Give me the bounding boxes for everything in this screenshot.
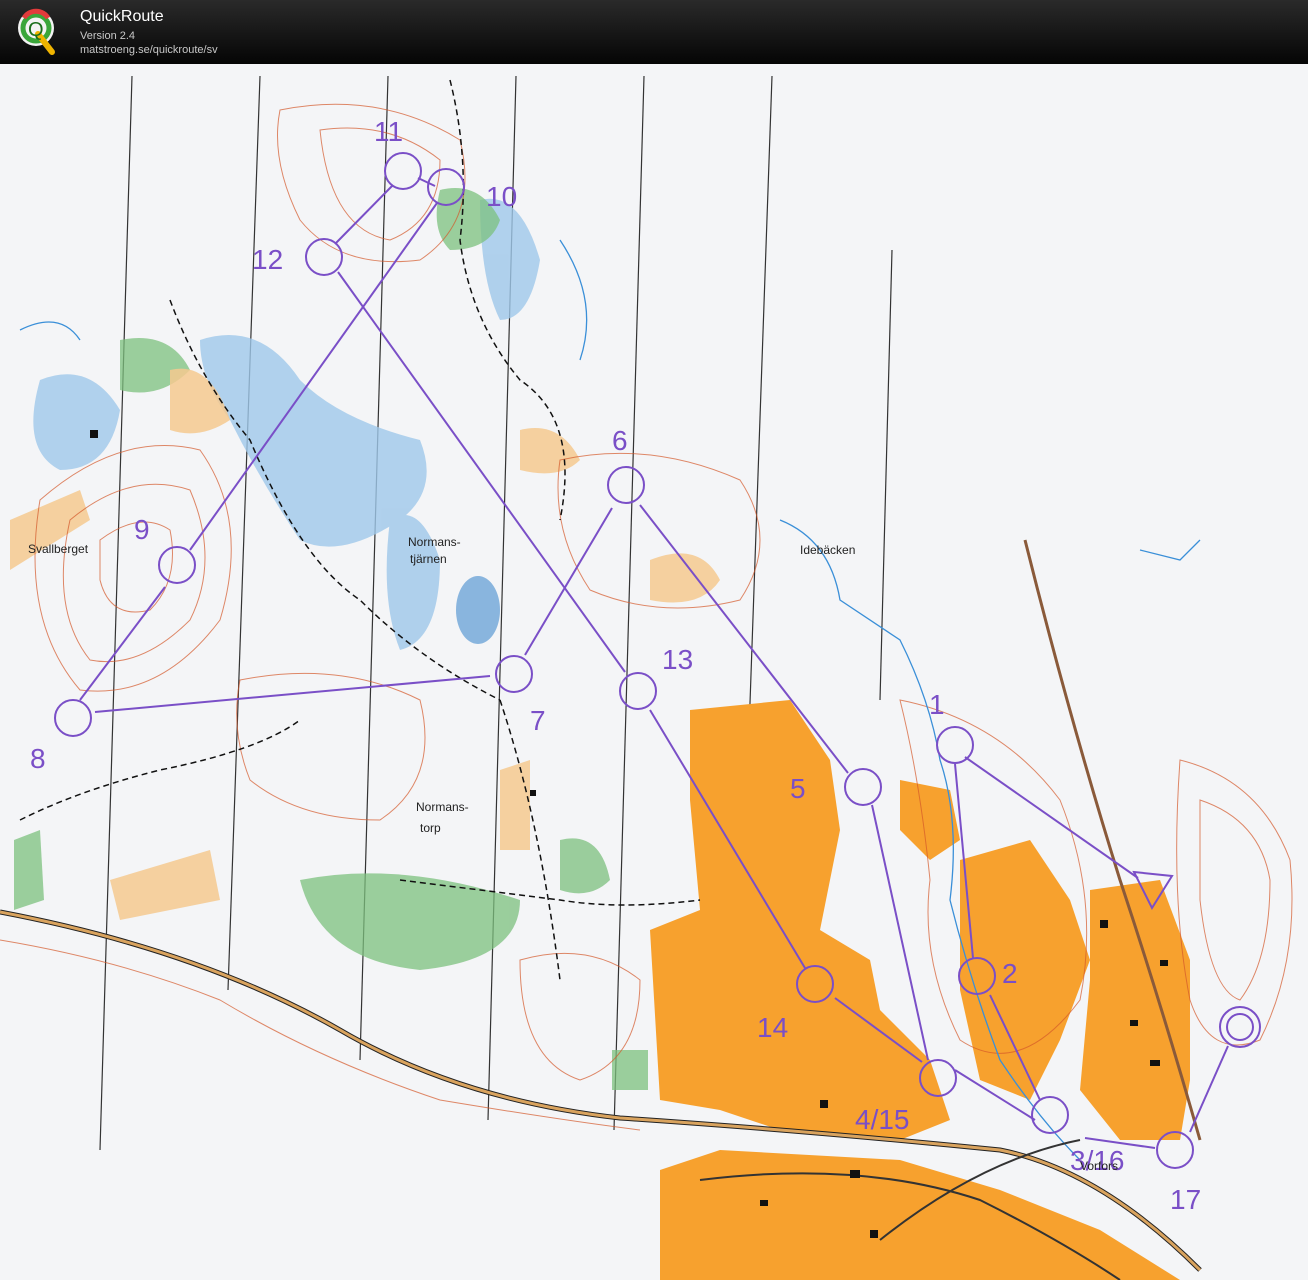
control-8-label: 8 <box>30 743 46 774</box>
control-6-label: 6 <box>612 425 628 456</box>
orienteering-map[interactable]: 1 2 3/16 4/15 5 6 7 8 9 10 11 12 13 14 1… <box>0 64 1308 1280</box>
place-idebacken: Idebäcken <box>800 543 855 557</box>
app-url: matstroeng.se/quickroute/sv <box>80 44 218 56</box>
app-title: QuickRoute <box>80 8 164 25</box>
app-version: Version 2.4 <box>80 30 136 42</box>
control-4-15-label: 4/15 <box>855 1104 910 1135</box>
control-7-label: 7 <box>530 705 546 736</box>
control-10-label: 10 <box>486 181 517 212</box>
place-normanstorp-1: Normans- <box>416 800 469 814</box>
place-normanstorp-2: torp <box>420 821 441 835</box>
control-1-label: 1 <box>929 689 945 720</box>
control-11-label: 11 <box>374 116 403 147</box>
place-normanstjarnen-1: Normans- <box>408 535 461 549</box>
control-12-label: 12 <box>252 244 283 275</box>
control-2-label: 2 <box>1002 958 1018 989</box>
control-14-label: 14 <box>757 1012 788 1043</box>
place-svallberget: Svallberget <box>28 542 89 556</box>
quickroute-window: Q QuickRoute Version 2.4 matstroeng.se/q… <box>0 0 1308 1280</box>
place-vorfors: Vorfors <box>1080 1159 1118 1173</box>
control-5-label: 5 <box>790 773 806 804</box>
control-13-label: 13 <box>662 644 693 675</box>
logo-letter: Q <box>28 19 44 41</box>
place-normanstjarnen-2: tjärnen <box>410 552 447 566</box>
quickroute-logo-icon: Q <box>18 8 55 55</box>
title-bar: Q QuickRoute Version 2.4 matstroeng.se/q… <box>0 0 1308 64</box>
control-9-label: 9 <box>134 514 150 545</box>
control-17-label: 17 <box>1170 1184 1201 1215</box>
